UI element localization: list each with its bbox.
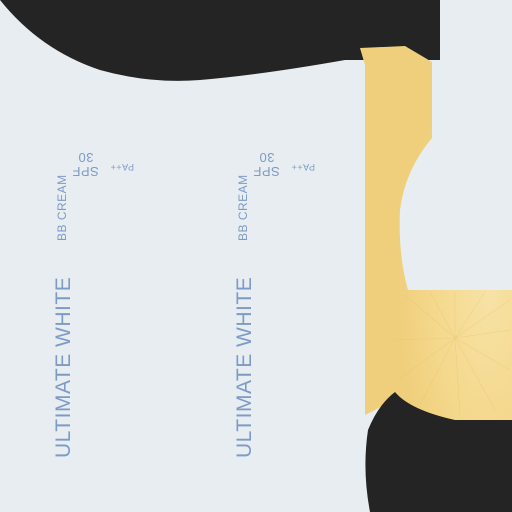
spf-label-2: SPF 30 [253, 150, 285, 179]
product-name-2: ULTIMATE WHITE [233, 276, 256, 458]
spf-label-1: SPF 30 [72, 150, 104, 179]
product-type-1: BB CREAM [55, 174, 69, 241]
spf-text-1: SPF [72, 164, 99, 179]
product-type-2: BB CREAM [236, 174, 250, 241]
pa-rating-2: PA++ [291, 162, 315, 172]
spf-value-2: 30 [259, 150, 275, 165]
cream-region [360, 46, 512, 420]
pa-rating-1: PA++ [110, 162, 134, 172]
product-name-1: ULTIMATE WHITE [52, 276, 75, 458]
spf-value-1: 30 [78, 150, 94, 165]
spf-text-2: SPF [253, 164, 280, 179]
